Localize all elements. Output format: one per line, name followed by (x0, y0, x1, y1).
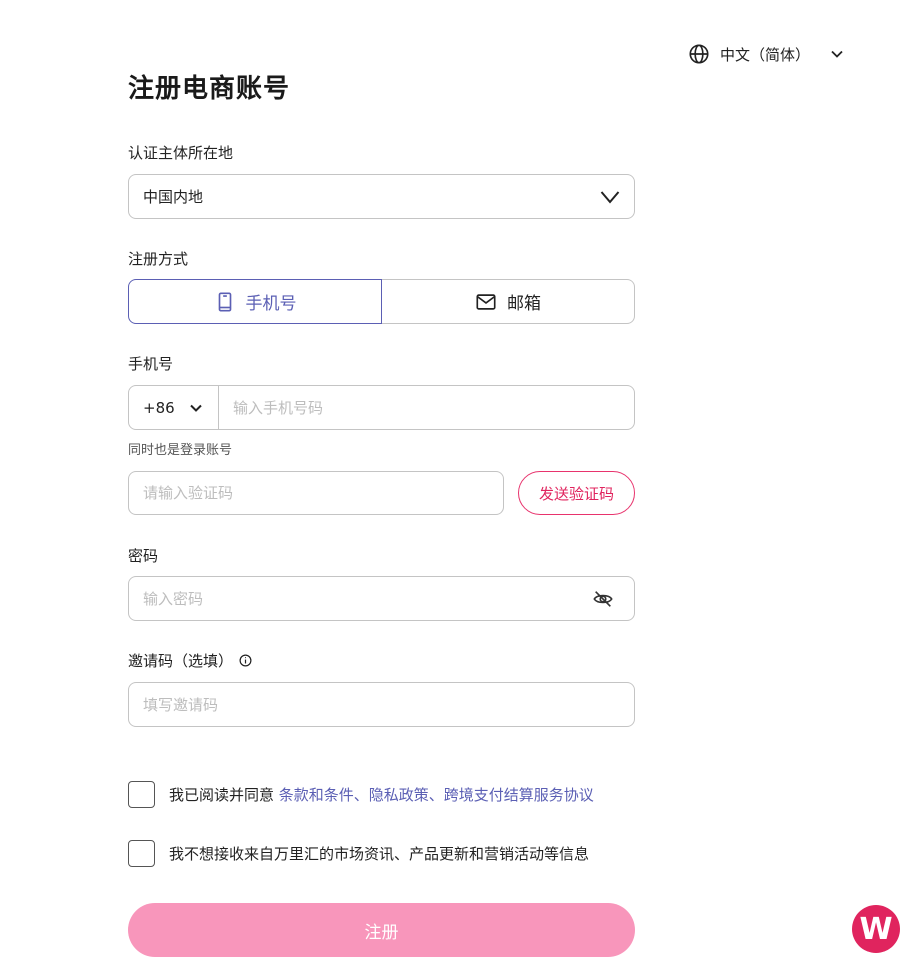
phone-label: 手机号 (128, 355, 174, 373)
language-selector[interactable]: 中文（简体） (688, 42, 844, 66)
language-label: 中文（简体） (720, 45, 811, 64)
register-method-toggle: 手机号 邮箱 (128, 279, 635, 324)
phone-icon (218, 291, 231, 312)
globe-icon (689, 44, 709, 64)
invite-field (128, 682, 635, 727)
agreement-links[interactable]: 条款和条件、隐私政策、跨境支付结算服务协议 (279, 784, 594, 805)
country-code-select[interactable]: +86 (129, 386, 219, 429)
agreement-checkbox[interactable] (128, 781, 155, 808)
marketing-optout-row: 我不想接收来自万里汇的市场资讯、产品更新和营销活动等信息 (128, 840, 589, 867)
mail-icon (476, 293, 496, 310)
eye-off-icon[interactable] (592, 588, 614, 610)
chevron-down-icon (189, 404, 202, 412)
tab-email[interactable]: 邮箱 (382, 279, 635, 324)
tab-phone[interactable]: 手机号 (128, 279, 382, 324)
phone-hint: 同时也是登录账号 (128, 443, 233, 458)
chevron-down-icon (600, 190, 620, 204)
password-label: 密码 (128, 547, 159, 565)
info-icon[interactable] (239, 654, 252, 667)
phone-input[interactable] (219, 386, 634, 429)
country-code-value: +86 (143, 398, 175, 417)
region-value: 中国内地 (143, 188, 204, 206)
password-input[interactable] (129, 577, 592, 620)
password-field (128, 576, 635, 621)
region-select[interactable]: 中国内地 (128, 174, 635, 219)
region-label: 认证主体所在地 (128, 144, 234, 162)
page-title: 注册电商账号 (128, 74, 291, 104)
tab-email-label: 邮箱 (507, 294, 541, 314)
send-code-button[interactable]: 发送验证码 (518, 471, 635, 515)
invite-code-input[interactable] (129, 683, 634, 726)
verification-code-input[interactable] (128, 471, 504, 515)
phone-field: +86 (128, 385, 635, 430)
marketing-optout-text: 我不想接收来自万里汇的市场资讯、产品更新和营销活动等信息 (169, 845, 590, 863)
marketing-optout-checkbox[interactable] (128, 840, 155, 867)
invite-label: 邀请码（选填） (128, 652, 234, 670)
w-logo[interactable]: W (852, 905, 900, 953)
invite-label-row: 邀请码（选填） (128, 650, 252, 671)
chevron-down-icon (831, 50, 843, 58)
register-method-label: 注册方式 (128, 250, 189, 268)
register-button[interactable]: 注册 (128, 903, 635, 957)
agreement-row: 我已阅读并同意 条款和条件、隐私政策、跨境支付结算服务协议 (128, 781, 594, 808)
tab-phone-label: 手机号 (245, 294, 297, 314)
agreement-prefix: 我已阅读并同意 (169, 786, 279, 804)
